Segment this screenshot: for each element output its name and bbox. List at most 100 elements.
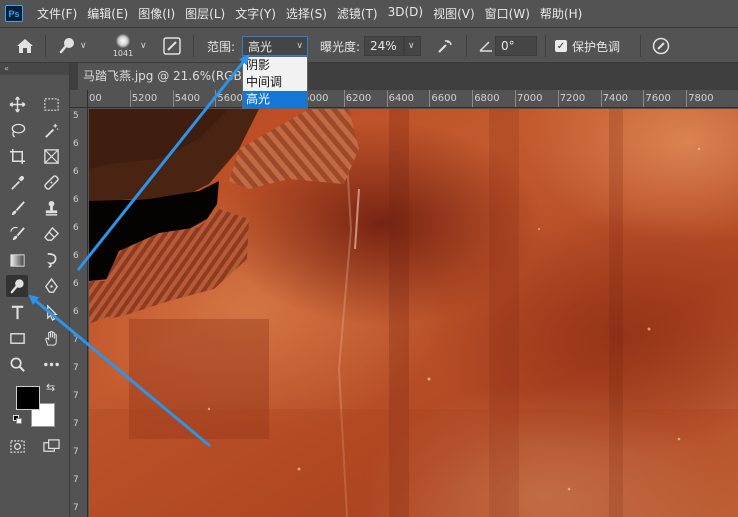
brush-panel-icon: [163, 37, 181, 55]
ruler-tick-label: 6600: [431, 93, 457, 104]
exposure-input[interactable]: 24%: [364, 36, 404, 56]
lasso-tool-icon[interactable]: [6, 119, 28, 141]
eyedropper-tool-icon[interactable]: [6, 171, 28, 193]
hand-tool-icon[interactable]: [40, 327, 62, 349]
toolbox: « ⇆: [0, 63, 70, 517]
ruler-tick-label: 7: [73, 447, 79, 457]
menu-item[interactable]: 编辑(E): [82, 5, 133, 22]
collapse-toolbox-icon[interactable]: «: [0, 63, 69, 75]
menu-item[interactable]: 文字(Y): [230, 5, 281, 22]
protect-tones-checkbox[interactable]: ✓: [555, 40, 567, 52]
rectangle-tool-icon[interactable]: [6, 327, 28, 349]
menu-item[interactable]: 窗口(W): [480, 5, 535, 22]
eraser-tool-icon[interactable]: [40, 223, 62, 245]
menu-item[interactable]: 视图(V): [428, 5, 480, 22]
clone-stamp-tool-icon[interactable]: [40, 197, 62, 219]
foreground-color-swatch[interactable]: [16, 386, 40, 410]
ruler-tick-label: 7800: [688, 93, 714, 104]
airbrush-icon: [438, 40, 452, 53]
exposure-slider-toggle[interactable]: ∨: [404, 36, 421, 56]
magic-wand-tool-icon[interactable]: [40, 119, 62, 141]
ruler-tick-label: 6: [73, 251, 79, 261]
chevron-down-icon: ∨: [296, 41, 303, 51]
chevron-down-icon: ∨: [408, 41, 415, 51]
ruler-tick-label: 6: [73, 139, 79, 149]
ruler-tick-label: 5400: [174, 93, 201, 104]
brush-size-value: 1041: [112, 49, 134, 58]
dodge-tool-preset-picker[interactable]: ∨: [58, 28, 87, 64]
pen-tool-icon[interactable]: [40, 275, 62, 297]
ruler-tick-label: 7600: [645, 93, 671, 104]
gradient-tool-icon[interactable]: [6, 249, 28, 271]
zoom-tool-icon[interactable]: [6, 353, 28, 375]
photo-image: [89, 109, 738, 517]
menu-item[interactable]: 文件(F): [32, 5, 82, 22]
menu-item[interactable]: 图像(I): [133, 5, 180, 22]
range-select-value: 高光: [248, 39, 273, 54]
photoshop-logo[interactable]: Ps: [5, 5, 23, 22]
brush-settings-panel-button[interactable]: [163, 28, 181, 64]
dodge-tool-icon: [59, 38, 74, 54]
frame-tool-icon[interactable]: [40, 145, 62, 167]
menu-item[interactable]: 选择(S): [281, 5, 332, 22]
airbrush-button[interactable]: [436, 28, 454, 64]
ruler-tick-label: 6800: [474, 93, 500, 104]
vertical-ruler[interactable]: 5 6 6 6 6 6 6 6 7 7 7 7 7 7 7: [70, 108, 88, 517]
ruler-tick-label: 7: [73, 363, 79, 373]
ruler-tick-label: 7: [73, 419, 79, 429]
menu-item[interactable]: 滤镜(T): [332, 5, 383, 22]
range-option[interactable]: 高光: [243, 91, 307, 108]
ruler-tick-label: 7400: [602, 93, 629, 104]
history-brush-tool-icon[interactable]: [6, 223, 28, 245]
marquee-tool-icon[interactable]: [40, 93, 62, 115]
menu-items: 文件(F) 编辑(E) 图像(I) 图层(L) 文字(Y) 选择(S) 滤镜(T) 3D(D)…: [32, 5, 587, 22]
angle-icon: [478, 28, 494, 64]
range-select[interactable]: 高光 ∨: [242, 36, 308, 56]
ruler-tick-label: 6: [73, 167, 79, 177]
ruler-tick-label: 5600: [217, 93, 243, 104]
blur-tool-icon[interactable]: [40, 249, 62, 271]
soft-brush-icon: [116, 34, 130, 48]
ruler-origin[interactable]: [70, 90, 88, 108]
ruler-tick-label: 6: [73, 307, 79, 317]
ruler-tick-label: 6: [73, 195, 79, 205]
ruler-tick-label: 7000: [517, 93, 543, 104]
ruler-tick-label: 5200: [131, 93, 158, 104]
swap-colors-icon[interactable]: ⇆: [46, 381, 55, 394]
options-bar: ∨ 1041 ∨ 范围: 高光 ∨ 曝光度: 24% ∨ 0° ✓ 保护色调: [0, 27, 738, 63]
ruler-tick-label: 7: [73, 391, 79, 401]
more-tools-icon[interactable]: [40, 353, 62, 375]
ruler-tick-label: 7: [73, 335, 79, 345]
range-option[interactable]: 阴影: [243, 57, 307, 74]
document-canvas[interactable]: [89, 109, 738, 517]
default-colors-icon[interactable]: [13, 415, 23, 425]
menu-item[interactable]: 帮助(H): [535, 5, 587, 22]
protect-tones-toggle[interactable]: ✓ 保护色调: [555, 28, 620, 64]
ruler-tick-label: 6: [73, 223, 79, 233]
quick-mask-icon[interactable]: [6, 435, 28, 457]
crop-tool-icon[interactable]: [6, 145, 28, 167]
exposure-label: 曝光度:: [320, 39, 361, 54]
protect-tones-label: 保护色调: [572, 39, 621, 54]
brush-size-picker[interactable]: 1041: [110, 28, 136, 64]
screen-mode-icon[interactable]: [40, 435, 62, 457]
chevron-down-icon[interactable]: ∨: [140, 41, 147, 51]
path-selection-tool-icon[interactable]: [40, 301, 62, 323]
range-option[interactable]: 中间调: [243, 74, 307, 91]
angle-input[interactable]: 0°: [495, 36, 537, 56]
menu-item[interactable]: 3D(D): [383, 5, 428, 22]
ruler-tick-label: 6400: [388, 93, 415, 104]
dodge-tool-icon[interactable]: [6, 275, 28, 297]
ruler-tick-label: 5: [73, 111, 79, 121]
move-tool-icon[interactable]: [6, 93, 28, 115]
ruler-tick-label: 7: [73, 503, 79, 513]
home-icon[interactable]: [16, 28, 34, 64]
brush-tool-icon[interactable]: [6, 197, 28, 219]
pressure-icon: [652, 37, 670, 55]
ruler-tick-label: 00: [89, 93, 102, 104]
pressure-size-button[interactable]: [652, 28, 670, 64]
type-tool-icon[interactable]: [6, 301, 28, 323]
horizontal-ruler[interactable]: 0052005400560058006000620064006600680070…: [88, 90, 738, 108]
menu-item[interactable]: 图层(L): [180, 5, 230, 22]
healing-brush-tool-icon[interactable]: [40, 171, 62, 193]
